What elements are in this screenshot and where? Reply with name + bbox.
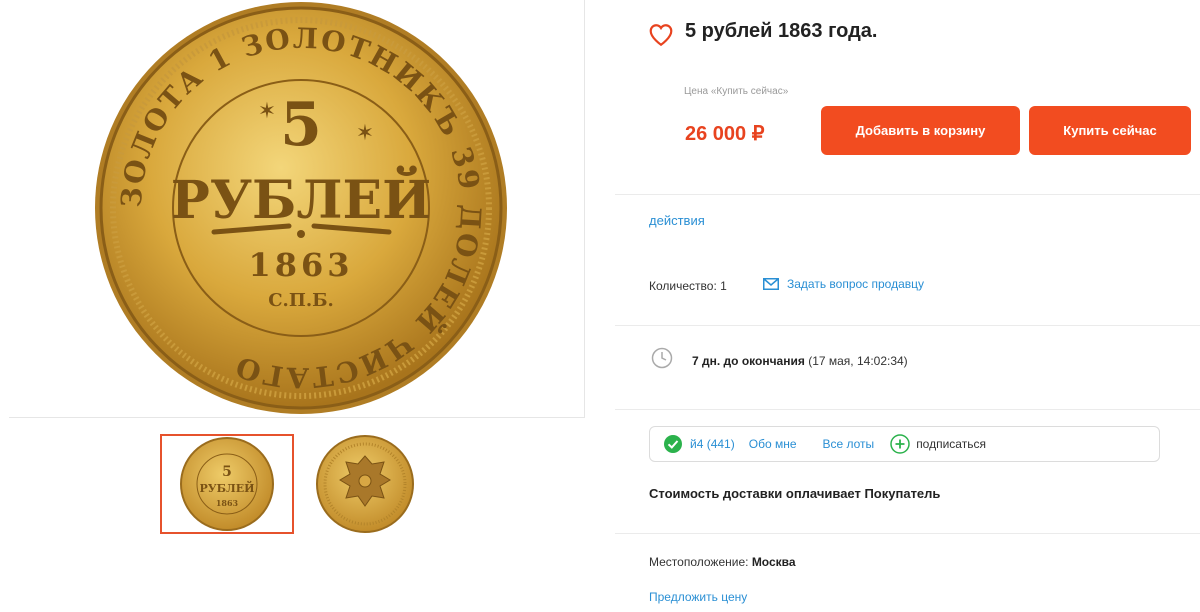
buy-now-button[interactable]: Купить сейчас bbox=[1029, 106, 1191, 155]
ask-seller-label: Задать вопрос продавцу bbox=[787, 277, 925, 291]
location-info: Местоположение: Москва bbox=[649, 555, 796, 569]
divider bbox=[615, 325, 1200, 326]
price-value: 26 000 ₽ bbox=[685, 123, 765, 145]
coin-obverse-image: ЗОЛОТА 1 ЗОЛОТНИКЪ 39 ДОЛЕЙ ЧИСТАГО 5 ✶ … bbox=[95, 2, 507, 414]
svg-text:✶: ✶ bbox=[356, 120, 374, 145]
thumbnail-obverse[interactable]: 5 РУБЛЕЙ 1863 bbox=[160, 434, 294, 534]
svg-text:✶: ✶ bbox=[258, 98, 276, 123]
svg-text:1863: 1863 bbox=[216, 498, 239, 508]
mail-icon bbox=[763, 278, 779, 290]
heart-icon[interactable] bbox=[648, 22, 674, 48]
ending-date: (17 мая, 14:02:34) bbox=[808, 354, 908, 368]
coin-denomination: 5 bbox=[280, 90, 322, 160]
divider bbox=[615, 533, 1200, 534]
offer-price-link[interactable]: Предложить цену bbox=[649, 590, 747, 604]
seller-panel: й4 (441) Обо мне Все лоты подписаться bbox=[649, 426, 1160, 462]
about-seller-link[interactable]: Обо мне bbox=[749, 437, 797, 451]
actions-link[interactable]: действия bbox=[649, 213, 705, 228]
shipping-info: Стоимость доставки оплачивает Покупатель bbox=[649, 486, 941, 501]
seller-name-link[interactable]: й4 (441) bbox=[690, 437, 735, 451]
coin-mint: С.П.Б. bbox=[268, 290, 334, 311]
plus-circle-icon[interactable] bbox=[890, 434, 910, 454]
divider bbox=[615, 194, 1200, 195]
coin-word: РУБЛЕЙ bbox=[171, 165, 431, 231]
page-title: 5 рублей 1863 года. bbox=[685, 20, 878, 42]
auction-ending: 7 дн. до окончания (17 мая, 14:02:34) bbox=[692, 354, 908, 368]
ending-remaining: 7 дн. до окончания bbox=[692, 354, 805, 368]
all-lots-link[interactable]: Все лоты bbox=[823, 437, 875, 451]
price-label: Цена «Купить сейчас» bbox=[684, 86, 789, 97]
subscribe-button[interactable]: подписаться bbox=[916, 437, 986, 451]
thumbnail-reverse[interactable] bbox=[298, 434, 432, 534]
add-to-cart-button[interactable]: Добавить в корзину bbox=[821, 106, 1020, 155]
main-product-image[interactable]: ЗОЛОТА 1 ЗОЛОТНИКЪ 39 ДОЛЕЙ ЧИСТАГО 5 ✶ … bbox=[9, 0, 585, 418]
coin-year: 1863 bbox=[248, 246, 353, 284]
svg-text:5: 5 bbox=[222, 464, 232, 480]
check-circle-icon bbox=[664, 435, 682, 453]
location-value: Москва bbox=[751, 555, 796, 569]
clock-icon bbox=[651, 347, 673, 369]
ask-seller-link[interactable]: Задать вопрос продавцу bbox=[763, 277, 924, 291]
quantity-label: Количество: 1 bbox=[649, 279, 727, 293]
divider bbox=[615, 409, 1200, 410]
svg-text:РУБЛЕЙ: РУБЛЕЙ bbox=[199, 480, 254, 495]
location-label: Местоположение: bbox=[649, 555, 749, 569]
